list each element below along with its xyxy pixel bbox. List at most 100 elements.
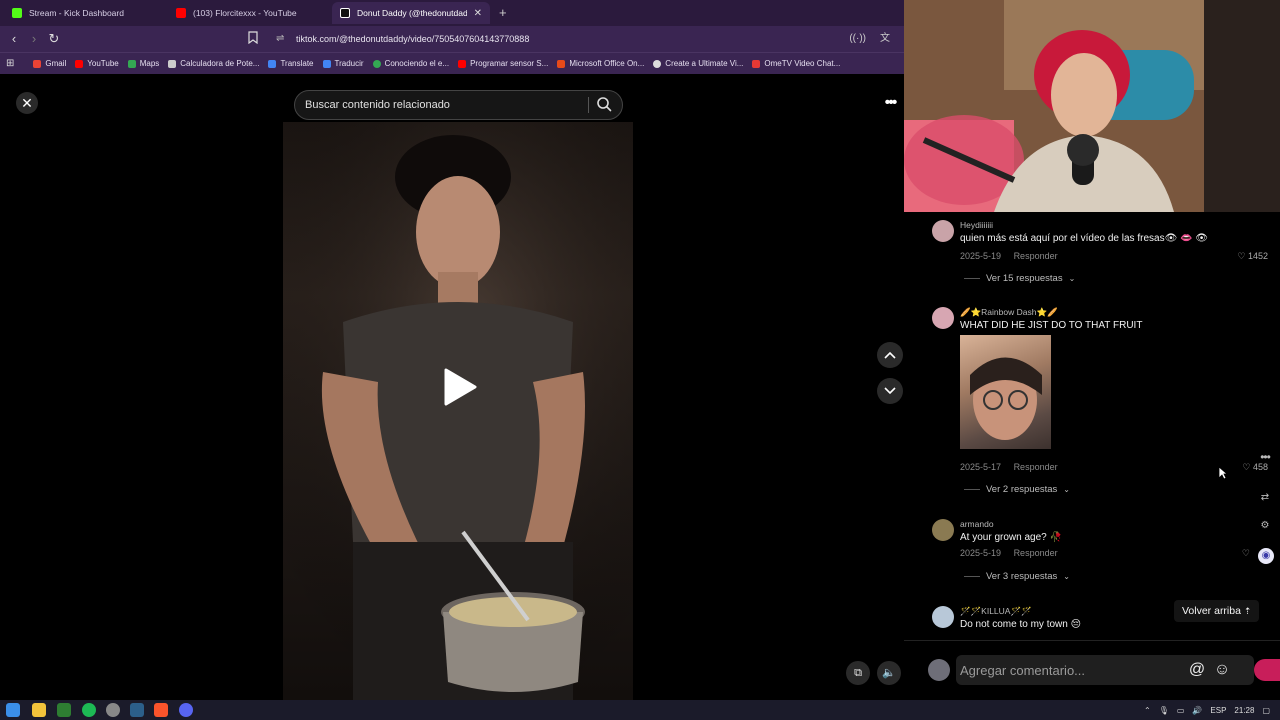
bookmark-traducir[interactable]: Traducir (322, 59, 364, 68)
avatar[interactable] (932, 519, 954, 541)
avatar[interactable] (932, 220, 954, 242)
url-field[interactable]: ⇌ tiktok.com/@thedonutdaddy/video/750540… (268, 29, 898, 49)
discord-icon[interactable]: ◉ (1258, 548, 1274, 564)
file-explorer-icon[interactable] (32, 703, 46, 717)
spotify-icon[interactable] (82, 703, 96, 717)
comment-more-icon[interactable]: ••• (1258, 450, 1272, 464)
translate-icon[interactable]: 文 (880, 29, 890, 49)
comment-username[interactable]: 🥖⭐Rainbow Dash⭐🥖 (960, 307, 1058, 318)
reload-button[interactable]: ↻ (46, 31, 62, 47)
emoji-icon[interactable]: ☺ (1211, 659, 1233, 681)
discord-icon[interactable] (179, 703, 193, 717)
extension-icon[interactable] (1254, 659, 1280, 681)
chevron-down-icon: ⌄ (1068, 274, 1076, 283)
comment-input[interactable] (956, 655, 1254, 685)
tab-youtube[interactable]: (103) Florcitexxx - YouTube (168, 2, 328, 24)
comment-meta: 2025-5-17 Responder (960, 462, 1058, 472)
next-video-button[interactable] (877, 378, 903, 404)
steam-icon[interactable] (130, 703, 144, 717)
tools-icon[interactable]: ⚙ (1258, 520, 1272, 534)
comment-image[interactable] (960, 335, 1051, 449)
language-indicator[interactable]: ESP (1210, 706, 1226, 715)
clock[interactable]: 21:28 (1234, 706, 1254, 715)
view-replies-button[interactable]: Ver 15 respuestas ⌄ (964, 273, 1075, 284)
address-bar-row: ‹ › ↻ ⇌ tiktok.com/@thedonutdaddy/video/… (0, 26, 904, 52)
heart-icon: ♡ (1242, 462, 1251, 472)
bookmark-label: Programar sensor S... (470, 59, 549, 68)
microphone-icon[interactable]: 🎙 (1159, 706, 1169, 715)
close-icon[interactable]: ✕ (16, 92, 38, 114)
volume-icon[interactable]: 🔈 (877, 661, 901, 685)
mention-icon[interactable]: @ (1186, 659, 1208, 681)
tab-kick-dashboard[interactable]: Stream - Kick Dashboard (4, 2, 164, 24)
back-to-top-button[interactable]: Volver arriba ⇡ (1174, 600, 1260, 622)
avatar[interactable] (932, 606, 954, 628)
floating-player-icon[interactable]: ⧉ (846, 661, 870, 685)
site-info-icon[interactable]: ⇌ (276, 29, 284, 49)
bookmark-maps[interactable]: Maps (127, 59, 160, 68)
like-button[interactable]: ♡ 1452 (1237, 251, 1268, 262)
like-button[interactable]: ♡ (1242, 548, 1250, 559)
search-input[interactable] (305, 91, 585, 119)
tab-tiktok[interactable]: Donut Daddy (@thedonutdaddy ✕ (332, 2, 490, 24)
notifications-icon[interactable]: ▢ (1262, 706, 1270, 715)
webcam-overlay (904, 0, 1280, 212)
avatar[interactable] (932, 307, 954, 329)
close-tab-icon[interactable]: ✕ (474, 8, 482, 19)
bookmark-gmail[interactable]: Gmail (33, 59, 66, 68)
bookmark-calculadora[interactable]: Calculadora de Pote... (168, 59, 259, 68)
reply-button[interactable]: Responder (1014, 462, 1058, 472)
kick-icon (12, 8, 22, 18)
bookmark-icon[interactable] (248, 31, 260, 47)
bookmark-label: Gmail (45, 59, 67, 68)
comment-item: Heydiiiiiii quien más está aquí por el v… (932, 220, 1272, 290)
bookmark-translate[interactable]: Translate (268, 59, 314, 68)
comment-username[interactable]: Heydiiiiiii (960, 220, 993, 230)
browser-tab-bar: Stream - Kick Dashboard (103) Florcitexx… (0, 0, 904, 26)
bookmark-programar-sensor[interactable]: Programar sensor S... (458, 59, 548, 68)
windows-start-icon[interactable] (6, 703, 20, 717)
comment-username[interactable]: armando (960, 519, 994, 529)
play-icon[interactable] (443, 368, 477, 406)
chevron-down-icon: ⌄ (1063, 485, 1070, 494)
bookmark-ometv[interactable]: OmeTV Video Chat... (752, 59, 840, 68)
bookmark-label: Maps (139, 59, 160, 68)
comment-text: quien más está aquí por el vídeo de las … (960, 233, 1208, 244)
bookmark-conociendo[interactable]: Conociendo el e... (372, 59, 449, 68)
forward-button[interactable]: › (26, 31, 42, 47)
reply-button[interactable]: Responder (1014, 251, 1058, 261)
network-icon[interactable]: ▭ (1177, 706, 1185, 715)
brave-icon[interactable] (154, 703, 168, 717)
reply-button[interactable]: Responder (1014, 548, 1058, 558)
mouse-cursor-icon (1218, 466, 1228, 480)
video-frame (283, 122, 633, 700)
bookmark-ultimate-vi[interactable]: Create a Ultimate Vi... (653, 59, 743, 68)
bookmark-label: Traducir (334, 59, 364, 68)
globe-icon (372, 59, 381, 68)
divider (964, 489, 980, 490)
video-player[interactable] (283, 122, 633, 700)
youtube-icon (458, 59, 467, 68)
more-options-icon[interactable]: ••• (878, 92, 902, 114)
view-replies-button[interactable]: Ver 3 respuestas ⌄ (964, 571, 1070, 582)
previous-video-button[interactable] (877, 342, 903, 368)
cast-icon[interactable]: ((·)) (849, 29, 866, 49)
minecraft-icon[interactable] (57, 703, 71, 717)
apps-grid-icon[interactable]: ⊞ (6, 58, 14, 69)
search-icon[interactable] (596, 96, 616, 114)
tiktok-icon (340, 8, 350, 18)
settings-icon[interactable] (106, 703, 120, 717)
volume-icon[interactable]: 🔊 (1192, 706, 1202, 715)
gmail-icon (33, 59, 42, 68)
comment-text: At your grown age? 🥀 (960, 532, 1062, 543)
bookmark-label: Create a Ultimate Vi... (665, 59, 744, 68)
chevron-up-icon[interactable]: ⌃ (1144, 706, 1151, 715)
back-button[interactable]: ‹ (6, 31, 22, 47)
view-replies-button[interactable]: Ver 2 respuestas ⌄ (964, 484, 1070, 495)
bookmark-youtube[interactable]: YouTube (75, 59, 119, 68)
comment-username[interactable]: 🪄🪄KILLUA🪄🪄 (960, 606, 1032, 617)
new-tab-button[interactable]: + (499, 5, 507, 20)
translate-icon[interactable]: ⇄ (1258, 492, 1272, 506)
comments-panel: Heydiiiiiii quien más está aquí por el v… (904, 212, 1280, 700)
bookmark-office[interactable]: Microsoft Office On... (557, 59, 644, 68)
